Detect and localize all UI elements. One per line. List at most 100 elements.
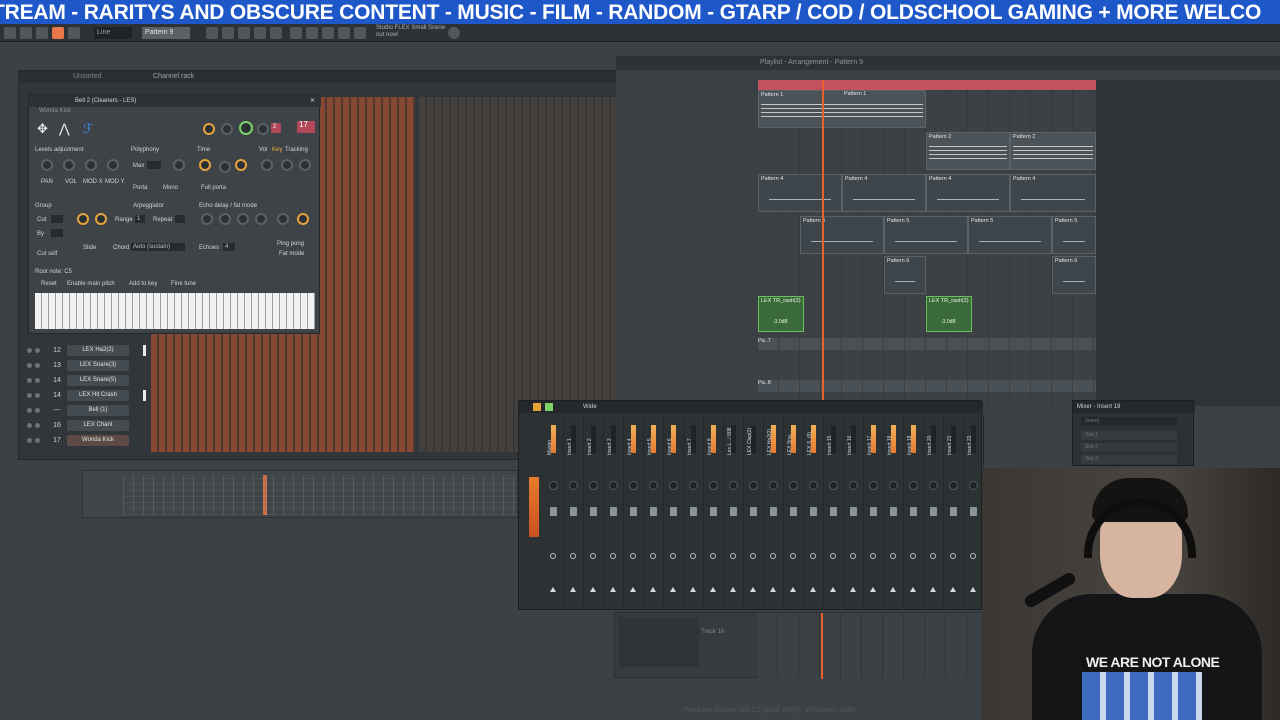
tracking-pan-knob[interactable] (261, 159, 273, 171)
strip-volume-fader[interactable] (710, 507, 717, 516)
strip-pan-knob[interactable] (749, 481, 758, 490)
channel-name-button[interactable]: LEX Ha2(2) (67, 345, 129, 356)
channel-mixer-number[interactable]: 13 (49, 359, 65, 372)
loop-region[interactable] (758, 80, 1096, 90)
key-tab[interactable]: Key (272, 147, 282, 153)
strip-volume-fader[interactable] (910, 507, 917, 516)
strip-pan-knob[interactable] (549, 481, 558, 490)
echo-pan-knob[interactable] (219, 213, 231, 225)
strip-route-arrow-icon[interactable] (610, 587, 616, 592)
mixer-strip[interactable]: Insert 4 (623, 415, 644, 605)
channel-row[interactable]: 12 LEX Ha2(2) (23, 344, 151, 357)
mute-led[interactable] (27, 393, 32, 398)
strip-route-arrow-icon[interactable] (690, 587, 696, 592)
feed-knob[interactable] (201, 213, 213, 225)
strip-pan-knob[interactable] (949, 481, 958, 490)
pattern-clip[interactable]: Pattern 4 (926, 174, 1010, 212)
audio-clip[interactable]: LEX TR_rash(2) -3.0dB (758, 296, 804, 332)
strip-send-knob[interactable] (950, 553, 956, 559)
mute-led[interactable] (27, 348, 32, 353)
strip-pan-knob[interactable] (969, 481, 978, 490)
strip-pan-knob[interactable] (589, 481, 598, 490)
pattern-clip[interactable]: Pattern 4 (1010, 174, 1096, 212)
slide-time-knob[interactable] (173, 159, 185, 171)
strip-send-knob[interactable] (930, 553, 936, 559)
solo-led[interactable] (35, 408, 40, 413)
strip-send-knob[interactable] (870, 553, 876, 559)
strip-route-arrow-icon[interactable] (770, 587, 776, 592)
mixer-strip[interactable]: Insert 18 (883, 415, 904, 605)
strip-pan-knob[interactable] (769, 481, 778, 490)
strip-send-knob[interactable] (750, 553, 756, 559)
strip-route-arrow-icon[interactable] (850, 587, 856, 592)
channel-name-button[interactable]: LEX Hit Crash (67, 390, 129, 401)
strip-pan-knob[interactable] (729, 481, 738, 490)
shift-knob[interactable] (219, 161, 231, 173)
pattern-clip[interactable]: Pattern 4 (758, 174, 842, 212)
strip-volume-fader[interactable] (770, 507, 777, 516)
strip-send-knob[interactable] (830, 553, 836, 559)
menu-icon[interactable] (4, 27, 16, 39)
strip-send-knob[interactable] (790, 553, 796, 559)
mixer-strip[interactable]: Insert 15 (823, 415, 844, 605)
pattern-clip[interactable]: Pattern 2 (926, 132, 1010, 170)
strip-route-arrow-icon[interactable] (790, 587, 796, 592)
strip-route-arrow-icon[interactable] (590, 587, 596, 592)
strip-route-arrow-icon[interactable] (750, 587, 756, 592)
strip-send-knob[interactable] (670, 553, 676, 559)
slide-toggle[interactable]: Slide (83, 245, 96, 251)
strip-route-arrow-icon[interactable] (710, 587, 716, 592)
strip-route-arrow-icon[interactable] (970, 587, 976, 592)
channel-name-button[interactable]: LEX Snare(3) (67, 360, 129, 371)
pattern-clip[interactable]: Pattern 6 (1052, 256, 1096, 294)
gate-knob[interactable] (199, 159, 211, 171)
strip-send-knob[interactable] (890, 553, 896, 559)
mixer-strip[interactable]: LEX S..(5) (803, 415, 824, 605)
channel-row[interactable]: 13 LEX Snare(3) (23, 359, 151, 372)
on-knob[interactable] (203, 123, 215, 135)
channel-mixer-number[interactable]: 14 (49, 389, 65, 402)
ping-pong-toggle[interactable]: Ping pong (277, 241, 304, 247)
piano-roll-grid[interactable] (123, 475, 519, 515)
strip-route-arrow-icon[interactable] (650, 587, 656, 592)
effect-slot[interactable]: Slot 3 (1081, 455, 1177, 464)
strip-volume-fader[interactable] (890, 507, 897, 516)
track-display[interactable]: 17 (297, 121, 315, 133)
mixer-strip[interactable]: Lex L.../ 808 (723, 415, 744, 605)
metronome-icon[interactable] (68, 27, 80, 39)
channel-name-button[interactable]: Wonda Kick (67, 435, 129, 446)
echo-mod-y-knob[interactable] (255, 213, 267, 225)
strip-send-knob[interactable] (710, 553, 716, 559)
mixer-strip[interactable]: Insert 21 (943, 415, 964, 605)
strip-pan-knob[interactable] (849, 481, 858, 490)
strip-route-arrow-icon[interactable] (630, 587, 636, 592)
strip-pan-knob[interactable] (829, 481, 838, 490)
channel-mixer-number[interactable]: 17 (49, 434, 65, 447)
channel-select-bar[interactable] (143, 345, 146, 356)
mixer-strip[interactable]: Insert 1 (563, 415, 584, 605)
mixer-strip[interactable]: Insert 16 (843, 415, 864, 605)
cut-self-toggle[interactable]: Cut self (37, 251, 57, 257)
strip-volume-fader[interactable] (930, 507, 937, 516)
solo-led[interactable] (35, 393, 40, 398)
strip-route-arrow-icon[interactable] (930, 587, 936, 592)
channel-row[interactable]: 17 Wonda Kick (23, 434, 151, 447)
tracking-mod-x-knob[interactable] (281, 159, 293, 171)
strip-send-knob[interactable] (770, 553, 776, 559)
pitch-knob[interactable] (257, 123, 269, 135)
strip-route-arrow-icon[interactable] (890, 587, 896, 592)
strip-pan-knob[interactable] (929, 481, 938, 490)
channel-row[interactable]: 16 LEX Chant (23, 419, 151, 432)
magnet-icon[interactable] (36, 27, 48, 39)
playlist-icon[interactable] (206, 27, 218, 39)
cut-by-field[interactable] (51, 229, 63, 237)
full-porta-toggle[interactable]: Full porta (201, 185, 226, 191)
strip-send-knob[interactable] (550, 553, 556, 559)
root-note-keyboard[interactable] (35, 293, 315, 329)
mixer-strip[interactable]: Insert 8 (703, 415, 724, 605)
strip-send-knob[interactable] (810, 553, 816, 559)
cut-field[interactable] (51, 215, 63, 223)
pattern-clip[interactable]: Pattern 5 (1052, 216, 1096, 254)
pan-level-knob[interactable] (41, 159, 53, 171)
strip-volume-fader[interactable] (830, 507, 837, 516)
